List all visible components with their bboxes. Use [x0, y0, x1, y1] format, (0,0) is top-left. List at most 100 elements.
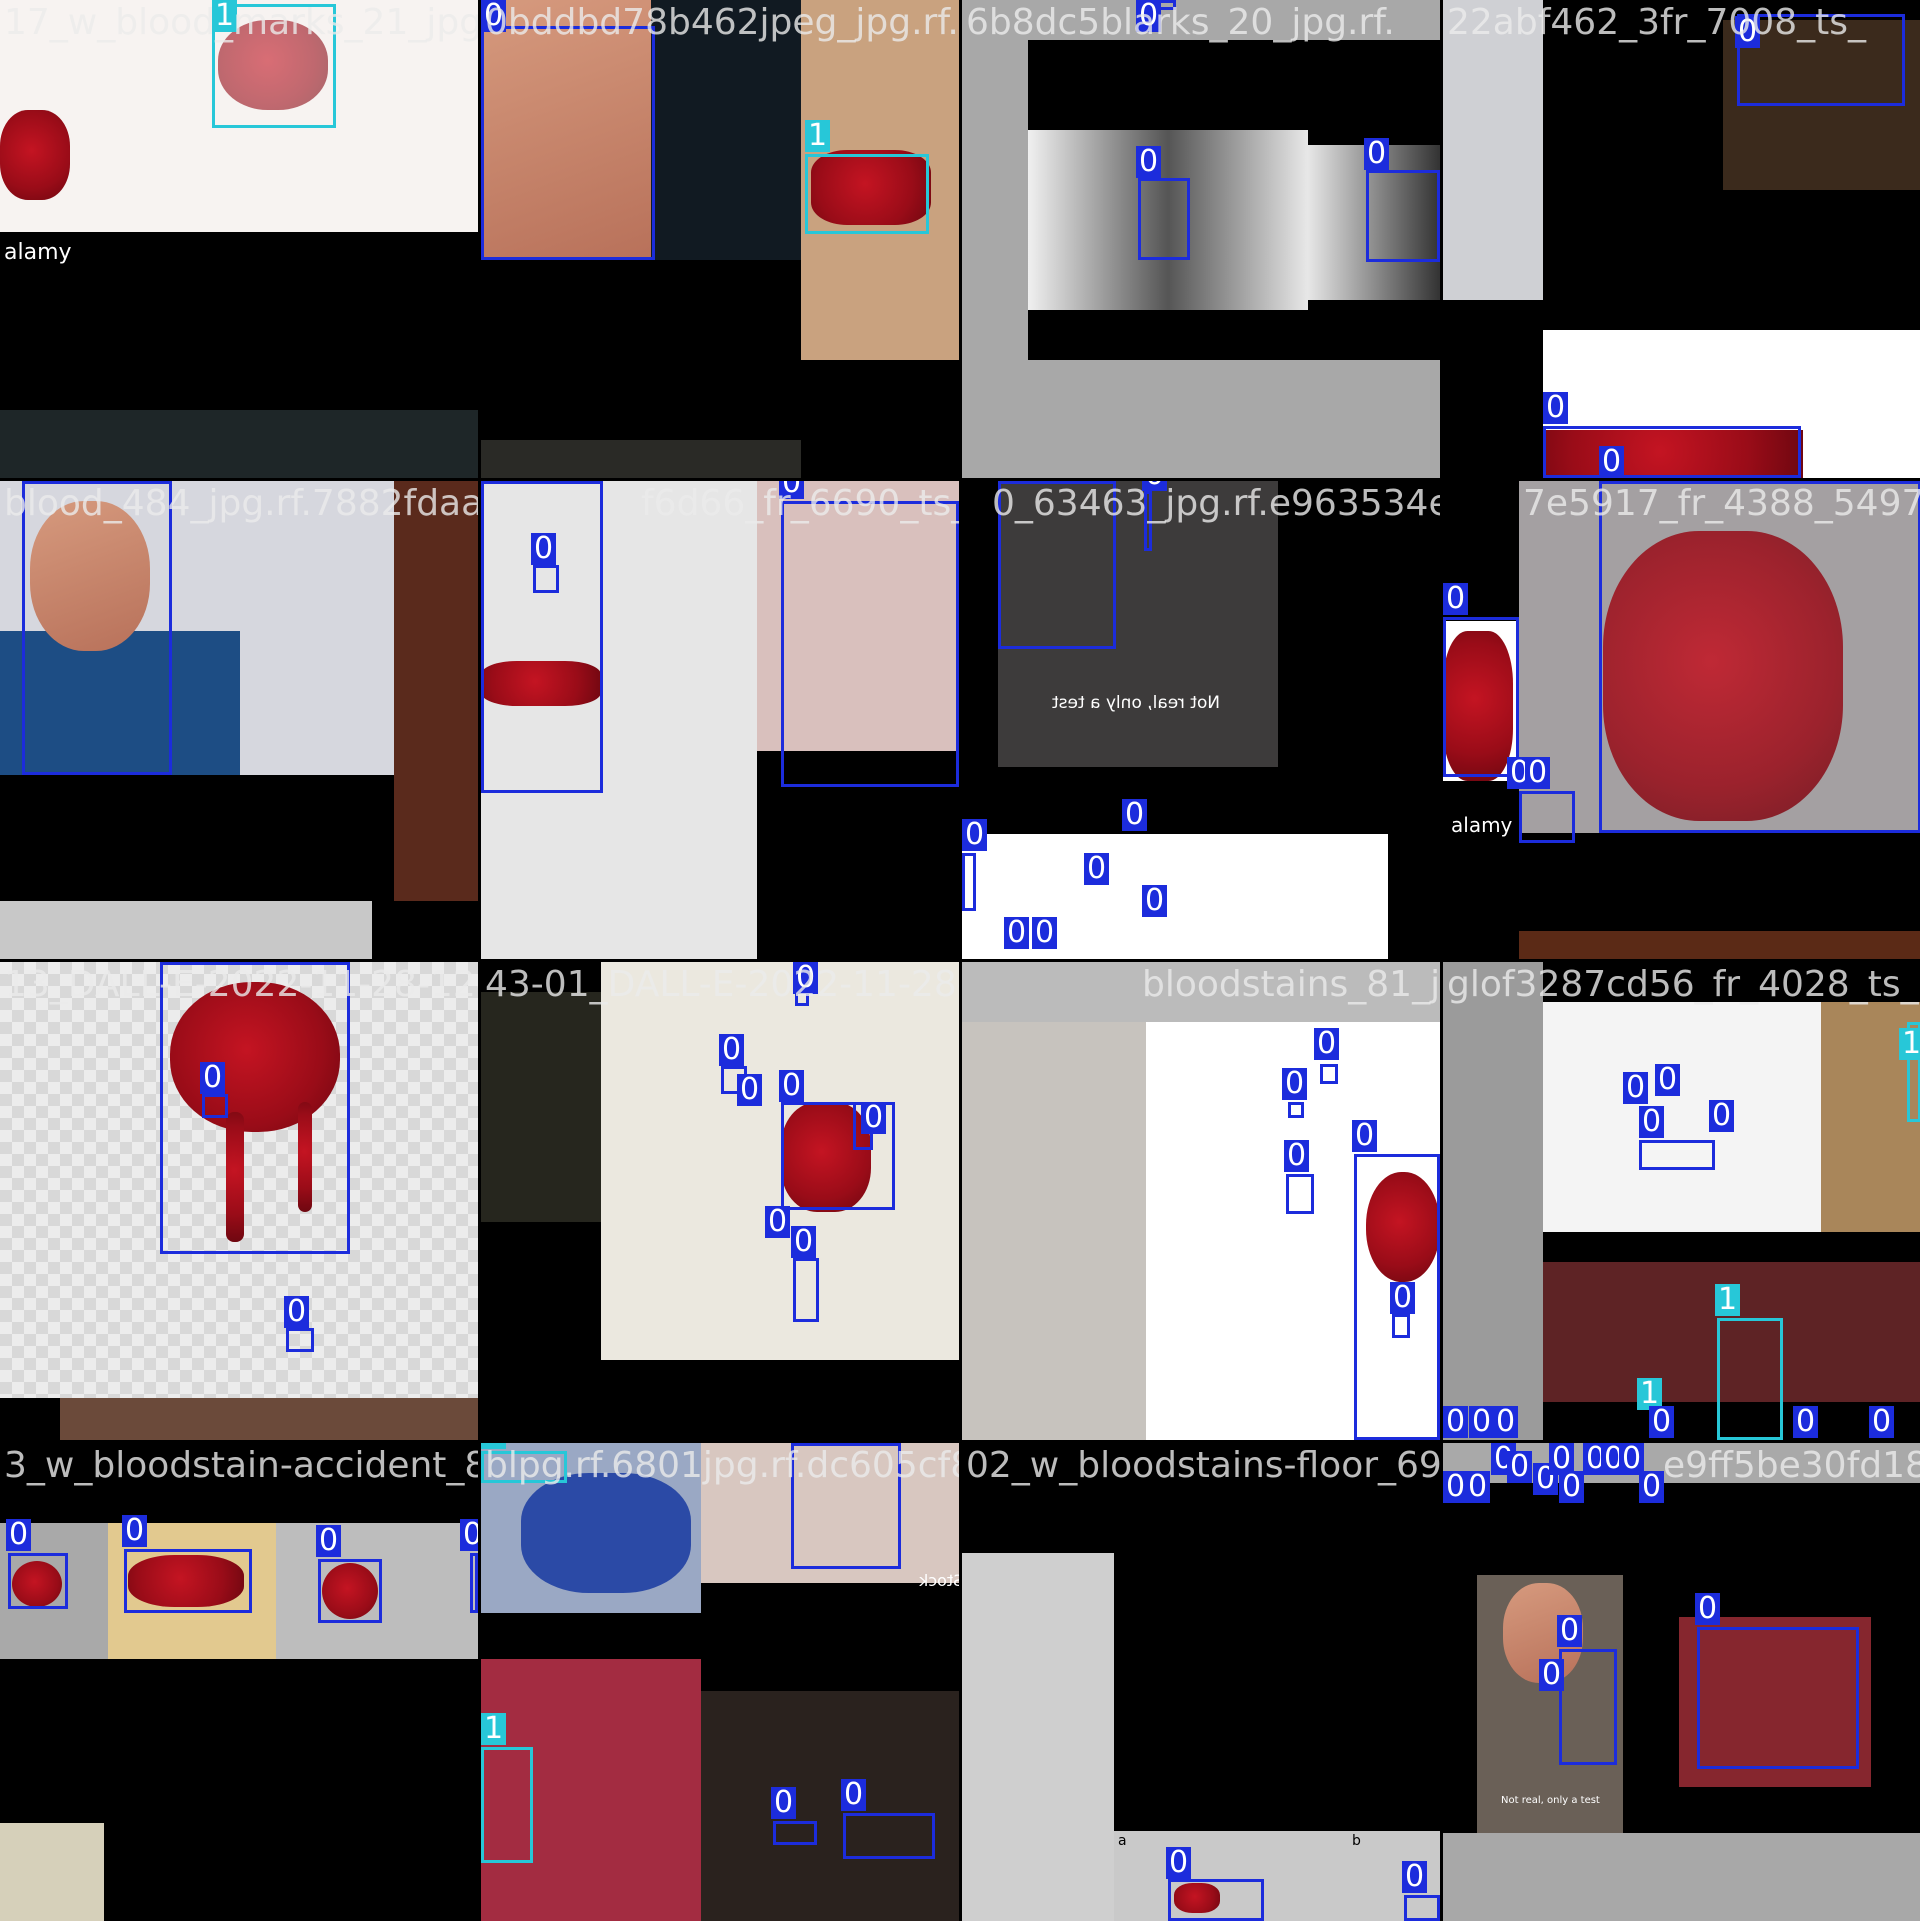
bbox: [781, 501, 959, 787]
bbox: [1320, 1064, 1338, 1084]
tile-filename: blpg.rf.6801jpg.rf.dc605cf8ce: [485, 1445, 959, 1486]
class-label: 0: [1004, 917, 1030, 949]
mosaic-tile: 0 0 0 0 0 0 0 43-01_DALL-E-2022-11-28-12…: [481, 962, 959, 1440]
mosaic-tile: alamy 0 0 0 0 7e5917_fr_4388_5497_ts_: [1443, 481, 1920, 959]
tile-filename: glof3287cd56_fr_4028_ts_: [1447, 964, 1919, 1005]
bbox: [1404, 1895, 1440, 1921]
tile-filename: 0_63463_jpg.rf.e963534ea: [992, 483, 1440, 524]
class-label: 0: [1525, 757, 1551, 789]
mosaic-tile: Not real, only a test 0 0 0 0 0 0 0 0 0 …: [1443, 1443, 1920, 1921]
class-label: 0: [460, 1519, 478, 1551]
class-label: 0: [1136, 146, 1162, 178]
bbox: [481, 1747, 533, 1863]
tile-filename: bloodstains_81_jpg: [1142, 964, 1440, 1005]
mosaic-tile: 0 0 0 22abf462_3fr_7008_ts_: [1443, 0, 1920, 478]
photo-region: [1114, 1831, 1440, 1921]
mosaic-grid: alamy 1 17_w_blood_marks_21_jpg.rf. 0 1 …: [0, 0, 1920, 1921]
class-label: 0: [765, 1206, 791, 1238]
mosaic-tile: 0 0 0 6b8dc5blarks_20_jpg.rf.: [962, 0, 1440, 478]
photo-region: [1443, 962, 1543, 1440]
photo-region: [481, 440, 801, 478]
class-label: 0: [791, 1226, 817, 1258]
bbox: [1286, 1174, 1314, 1214]
class-label: 0: [1364, 138, 1390, 170]
mosaic-tile: iStock 1 0 1 0 0 blpg.rf.6801jpg.rf.dc60…: [481, 1443, 959, 1921]
bbox: [1599, 481, 1920, 833]
class-label: 0: [284, 1296, 310, 1328]
class-label: 0: [1493, 1406, 1519, 1438]
class-label: 0: [1390, 1282, 1416, 1314]
panel-label-b: b: [1352, 1833, 1361, 1849]
photo-region: [1443, 1833, 1920, 1921]
bbox: [318, 1559, 382, 1623]
photo-region: [1519, 931, 1920, 959]
tile-filename: f6d66_fr_6690_ts_0: [641, 483, 959, 524]
tile-filename: 13_DALL-E-2022-11-28-12-4: [4, 964, 478, 1005]
class-label: 0: [200, 1062, 226, 1094]
mosaic-tile: 0 0 0 0 1 1 1 0 0 0 0 0 0 glof3287cd56_f…: [1443, 962, 1920, 1440]
class-label: 0: [1166, 1847, 1192, 1879]
bbox: [1138, 178, 1190, 260]
bbox: [470, 1553, 478, 1613]
blood-stain: [0, 110, 70, 200]
tile-filename: e9ff5be30fd18fa: [1663, 1445, 1920, 1486]
class-label: 0: [1599, 446, 1625, 478]
bbox: [773, 1821, 817, 1845]
photo-region: [394, 481, 478, 901]
bbox: [202, 1094, 228, 1118]
class-label: 0: [316, 1525, 342, 1557]
bbox: [1559, 1649, 1617, 1765]
class-label: 1: [1715, 1284, 1741, 1316]
class-label: 0: [1032, 917, 1058, 949]
class-label: 0: [1084, 853, 1110, 885]
mosaic-tile: 0 blood_484_jpg.rf.7882fdaa2: [0, 481, 478, 959]
bbox: [1543, 426, 1801, 478]
shirt-text: Not real, only a test: [1501, 1795, 1600, 1806]
bbox: [8, 1553, 68, 1609]
photo-region: [601, 962, 959, 1360]
class-label: 0: [6, 1519, 32, 1551]
bbox: [1717, 1318, 1783, 1440]
mosaic-tile: 0 0 0 0 0 bloodstains_81_jpg: [962, 962, 1440, 1440]
mosaic-tile: 0 0 0 13_DALL-E-2022-11-28-12-4: [0, 962, 478, 1440]
class-label: 0: [719, 1034, 745, 1066]
class-label: 0: [1402, 1861, 1428, 1893]
class-label: 0: [1695, 1593, 1721, 1625]
photo-region: [0, 410, 478, 478]
tile-filename: 7e5917_fr_4388_5497_ts_: [1523, 483, 1920, 524]
class-label: 0: [1122, 799, 1148, 831]
mosaic-tile: alamy 1 17_w_blood_marks_21_jpg.rf.: [0, 0, 478, 478]
mosaic-tile: Not real, only a test 0 0 0 0 0 0 0 0 0_…: [962, 481, 1440, 959]
class-label: 0: [1465, 1471, 1491, 1503]
class-label: 0: [1507, 1451, 1533, 1483]
bbox: [793, 1258, 819, 1322]
photo-region: [962, 1022, 1146, 1440]
shirt-text: Not real, only a test: [1052, 693, 1221, 713]
class-label: 0: [861, 1102, 887, 1134]
class-label: 0: [1639, 1106, 1665, 1138]
bbox: [1288, 1102, 1304, 1118]
watermark-text: alamy: [4, 240, 72, 265]
bbox: [481, 481, 603, 793]
bbox: [481, 26, 655, 260]
class-label: 0: [1352, 1120, 1378, 1152]
photo-region: [481, 992, 601, 1222]
photo-region: [962, 1553, 1114, 1921]
bbox: [124, 1549, 252, 1613]
photo-region: [0, 901, 372, 959]
class-label: 1: [481, 1713, 507, 1745]
bbox: [1519, 791, 1575, 843]
class-label: 0: [962, 819, 988, 851]
class-label: 0: [771, 1787, 797, 1819]
class-label: 0: [531, 533, 557, 565]
tile-filename: 17_w_blood_marks_21_jpg.rf.: [4, 2, 478, 43]
class-label: 0: [1443, 1406, 1469, 1438]
bbox: [1639, 1140, 1715, 1170]
class-label: 0: [737, 1074, 763, 1106]
tile-filename: 3_w_bloodstain-accident_81: [4, 1445, 478, 1486]
class-label: 0: [122, 1515, 148, 1547]
class-label: 0: [1709, 1100, 1735, 1132]
class-label: 0: [1314, 1028, 1340, 1060]
photo-region: [0, 1823, 104, 1921]
class-label: 0: [1469, 1406, 1495, 1438]
